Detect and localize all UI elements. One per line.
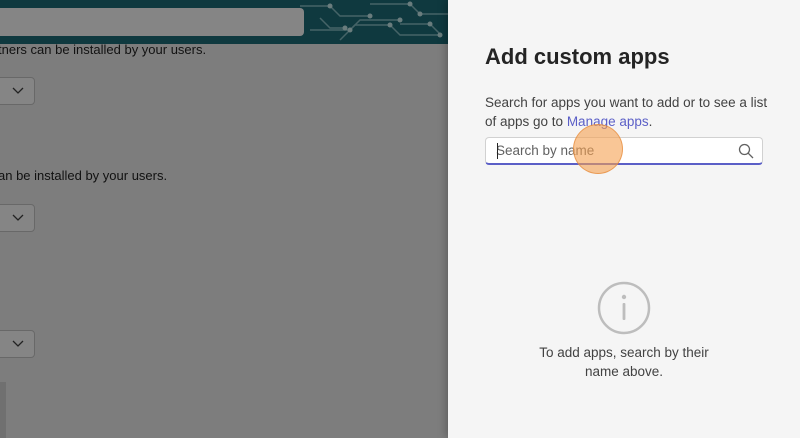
panel-title: Add custom apps: [485, 44, 670, 69]
add-custom-apps-panel: Add custom apps Search for apps you want…: [448, 0, 800, 438]
description-end: .: [648, 114, 653, 129]
search-input[interactable]: [486, 138, 726, 163]
manage-apps-link[interactable]: Manage apps: [567, 114, 649, 129]
empty-state-message: To add apps, search by their name above.: [539, 345, 709, 379]
modal-overlay[interactable]: [0, 0, 448, 438]
text-caret: [497, 143, 498, 159]
search-box[interactable]: [485, 137, 763, 165]
search-icon[interactable]: [738, 143, 754, 159]
panel-description: Search for apps you want to add or to se…: [485, 93, 775, 131]
info-icon: [597, 281, 651, 335]
